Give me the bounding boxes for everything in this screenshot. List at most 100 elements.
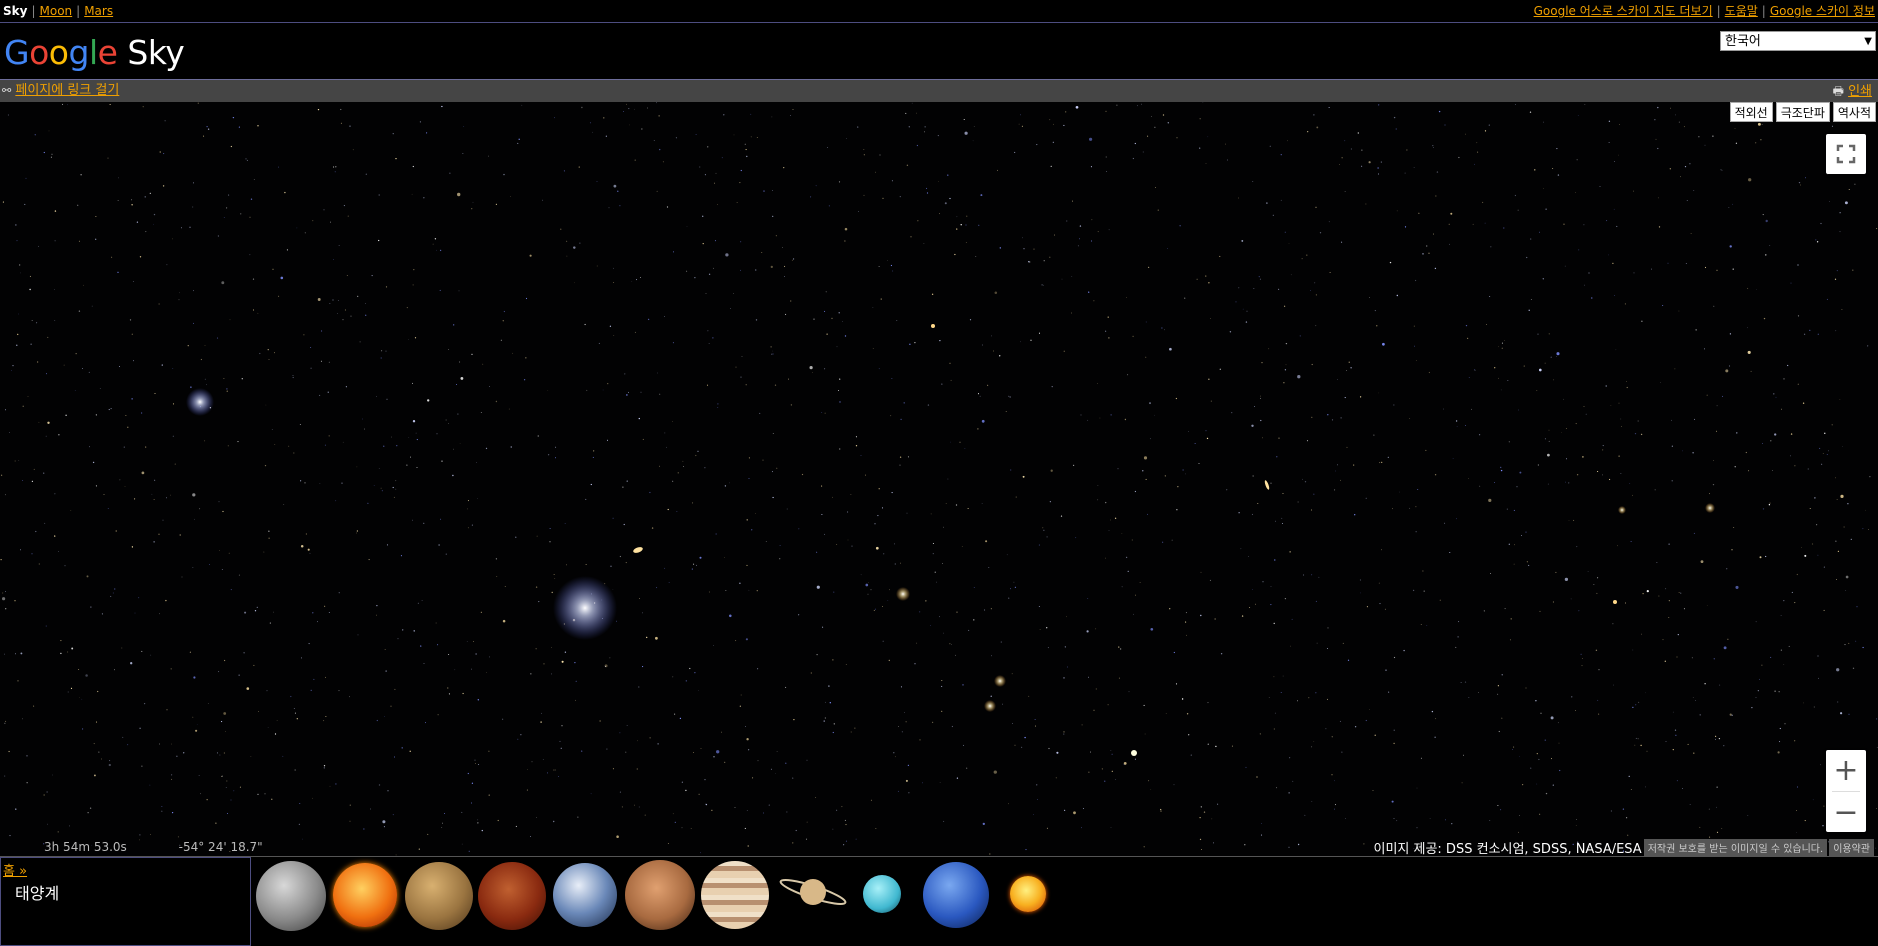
venus-icon[interactable] (478, 862, 546, 930)
link-toolbar: ⚯ 페이지에 링크 걸기 🖶 인쇄 (0, 79, 1878, 103)
fullscreen-button[interactable] (1826, 134, 1866, 174)
saturn-icon[interactable] (778, 877, 848, 907)
star (204, 378, 206, 380)
star (535, 648, 537, 650)
star (916, 642, 918, 644)
star (841, 806, 843, 808)
nav-moon-link[interactable]: Moon (40, 4, 73, 18)
star (1854, 183, 1856, 185)
star (1498, 377, 1499, 379)
star (86, 575, 89, 578)
star (1033, 248, 1035, 250)
star (304, 232, 306, 234)
historical-layer-button[interactable]: 역사적 (1832, 102, 1876, 122)
star (1319, 232, 1322, 234)
star (473, 641, 474, 642)
star (846, 138, 847, 140)
star (445, 553, 447, 555)
jupiter-icon[interactable] (701, 861, 769, 929)
star (352, 149, 354, 151)
star (1339, 164, 1341, 165)
star (689, 667, 691, 670)
star (619, 791, 621, 793)
sky-map[interactable]: 적외선 극조단파 역사적 + − 3h 54m 53.0s -54° 24' 1… (0, 102, 1878, 856)
star (252, 309, 255, 311)
zoom-out-button[interactable]: − (1826, 792, 1866, 833)
star (1769, 502, 1771, 504)
star (238, 674, 240, 676)
star (1316, 126, 1319, 129)
star (22, 480, 24, 481)
nav-mars-link[interactable]: Mars (84, 4, 113, 18)
star (189, 226, 191, 228)
star (500, 339, 502, 341)
star (878, 488, 880, 490)
star (1270, 604, 1272, 606)
star (964, 131, 968, 135)
star (1465, 133, 1466, 135)
star (1105, 557, 1106, 559)
star (459, 443, 461, 444)
star (415, 432, 417, 434)
star (1297, 843, 1300, 846)
star (1245, 321, 1248, 323)
star (139, 834, 141, 836)
star (1580, 653, 1582, 655)
star (1111, 753, 1113, 755)
star (596, 181, 598, 183)
star (150, 834, 152, 835)
earth-icon[interactable] (553, 863, 617, 927)
star (342, 319, 344, 321)
star (1213, 842, 1214, 844)
star (256, 606, 258, 609)
more-sky-in-earth-link[interactable]: Google 어스로 스카이 지도 더보기 (1534, 4, 1713, 18)
print-link[interactable]: 인쇄 (1848, 84, 1872, 99)
microwave-layer-button[interactable]: 극조단파 (1775, 102, 1830, 122)
star (1637, 738, 1639, 740)
star (324, 605, 326, 607)
star (1755, 697, 1757, 699)
star (1671, 419, 1672, 421)
star (1409, 418, 1411, 419)
star (708, 343, 710, 344)
star (694, 672, 696, 674)
google-sky-logo[interactable]: Google Sky (4, 33, 185, 72)
star (34, 134, 36, 136)
star (875, 828, 877, 829)
star (1563, 398, 1565, 400)
star (1613, 294, 1615, 296)
star (181, 576, 183, 578)
about-sky-link[interactable]: Google 스카이 정보 (1770, 4, 1875, 18)
home-link[interactable]: 홈 » (3, 860, 27, 879)
star (1519, 755, 1520, 757)
neptune-icon[interactable] (923, 862, 989, 928)
language-select[interactable]: 한국어 ▼ (1720, 31, 1876, 51)
zoom-in-button[interactable]: + (1826, 750, 1866, 791)
star (1336, 379, 1338, 380)
star (798, 614, 800, 616)
help-link[interactable]: 도움말 (1725, 4, 1758, 18)
mercury-icon[interactable] (405, 862, 473, 930)
star (586, 389, 588, 391)
star (1642, 592, 1644, 595)
star (1162, 114, 1165, 116)
pluto-icon[interactable] (1010, 876, 1046, 912)
star (342, 441, 344, 443)
star (1185, 621, 1187, 623)
infrared-layer-button[interactable]: 적외선 (1729, 102, 1773, 122)
star (612, 517, 614, 519)
uranus-icon[interactable] (863, 875, 901, 913)
star (1350, 148, 1352, 150)
terms-link[interactable]: 이용약관 (1829, 839, 1874, 856)
star (1458, 621, 1460, 623)
sun-icon[interactable] (333, 863, 397, 927)
mars-icon[interactable] (625, 860, 695, 930)
star (1584, 284, 1585, 286)
link-to-page-link[interactable]: 페이지에 링크 걸기 (15, 83, 119, 98)
star (1468, 696, 1470, 698)
star (1255, 603, 1256, 605)
star (31, 320, 33, 321)
star (857, 211, 859, 212)
star (127, 426, 129, 428)
moon-icon[interactable] (256, 861, 326, 931)
